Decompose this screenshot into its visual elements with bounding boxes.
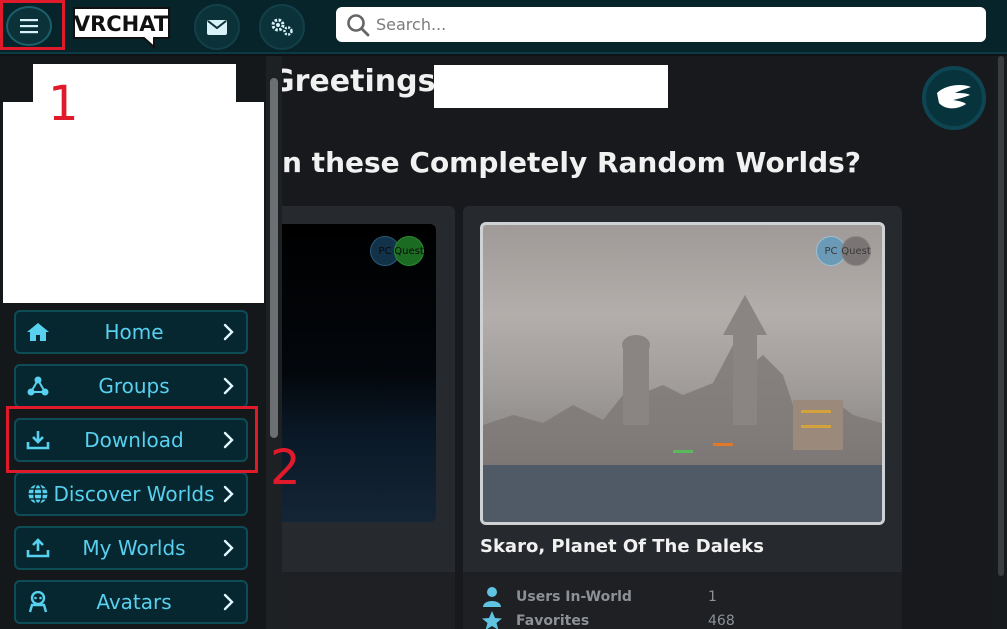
annotation-box-menu [0,0,65,50]
settings-button[interactable] [259,4,305,50]
chevron-right-icon [223,539,234,557]
sidebar: Home Groups Download Discover Worlds My … [0,56,266,629]
vrchat-logo[interactable]: VRCHAT [72,5,172,50]
stat-label-users: Users In-World [516,589,632,605]
section-heading: n these Completely Random Worlds? [282,146,862,179]
sidebar-item-my-worlds[interactable]: My Worlds [14,526,248,570]
sidebar-item-label: Avatars [96,590,172,614]
avatar-icon [26,591,50,613]
quest-badge: Quest [394,236,424,266]
sidebar-item-home[interactable]: Home [14,310,248,354]
sidebar-item-discover-worlds[interactable]: Discover Worlds [14,472,248,516]
logo-text: VRCHAT [74,12,169,36]
chevron-right-icon [223,377,234,395]
sidebar-scrollbar-thumb[interactable] [270,78,278,438]
star-icon [482,611,502,629]
gears-icon [271,18,293,36]
redacted-username [434,65,668,108]
annotation-number-1: 1 [48,76,79,132]
top-bar: VRCHAT [0,0,1007,54]
messages-button[interactable] [194,4,240,50]
sidebar-item-label: Home [104,320,164,344]
card-footer-left [280,572,455,629]
chevron-right-icon [223,323,234,341]
wing-icon [937,85,971,109]
feedback-button[interactable] [922,66,986,130]
chevron-right-icon [223,593,234,611]
user-icon [483,587,501,607]
world-title[interactable]: Skaro, Planet Of The Daleks [480,536,764,557]
stat-value-favorites: 468 [708,613,735,629]
world-thumbnail-skaro[interactable] [480,222,885,525]
annotation-box-download [6,406,258,473]
annotation-number-2: 2 [270,440,301,496]
envelope-icon [207,19,227,35]
quest-badge: Quest [841,236,871,266]
search-icon [347,13,370,36]
chevron-right-icon [223,485,234,503]
upload-icon [26,538,50,558]
sidebar-item-label: My Worlds [82,536,186,560]
redacted-profile-image [3,102,264,303]
world-stats: Users In-World 1 Favorites 468 [463,572,902,629]
world-card-skaro[interactable]: PC Quest [463,206,902,629]
search-input[interactable] [376,15,956,34]
sidebar-item-groups[interactable]: Groups [14,364,248,408]
sidebar-item-label: Groups [98,374,170,398]
globe-icon [26,483,50,505]
greeting: Greetings, [270,64,447,99]
stat-label-favorites: Favorites [516,613,590,629]
main-scrollbar-thumb[interactable] [998,56,1004,576]
sidebar-item-label: Discover Worlds [53,482,215,506]
search-bar[interactable] [336,7,986,42]
groups-icon [26,376,50,396]
sidebar-item-avatars[interactable]: Avatars [14,580,248,624]
home-icon [26,322,50,342]
stat-value-users: 1 [708,589,717,605]
